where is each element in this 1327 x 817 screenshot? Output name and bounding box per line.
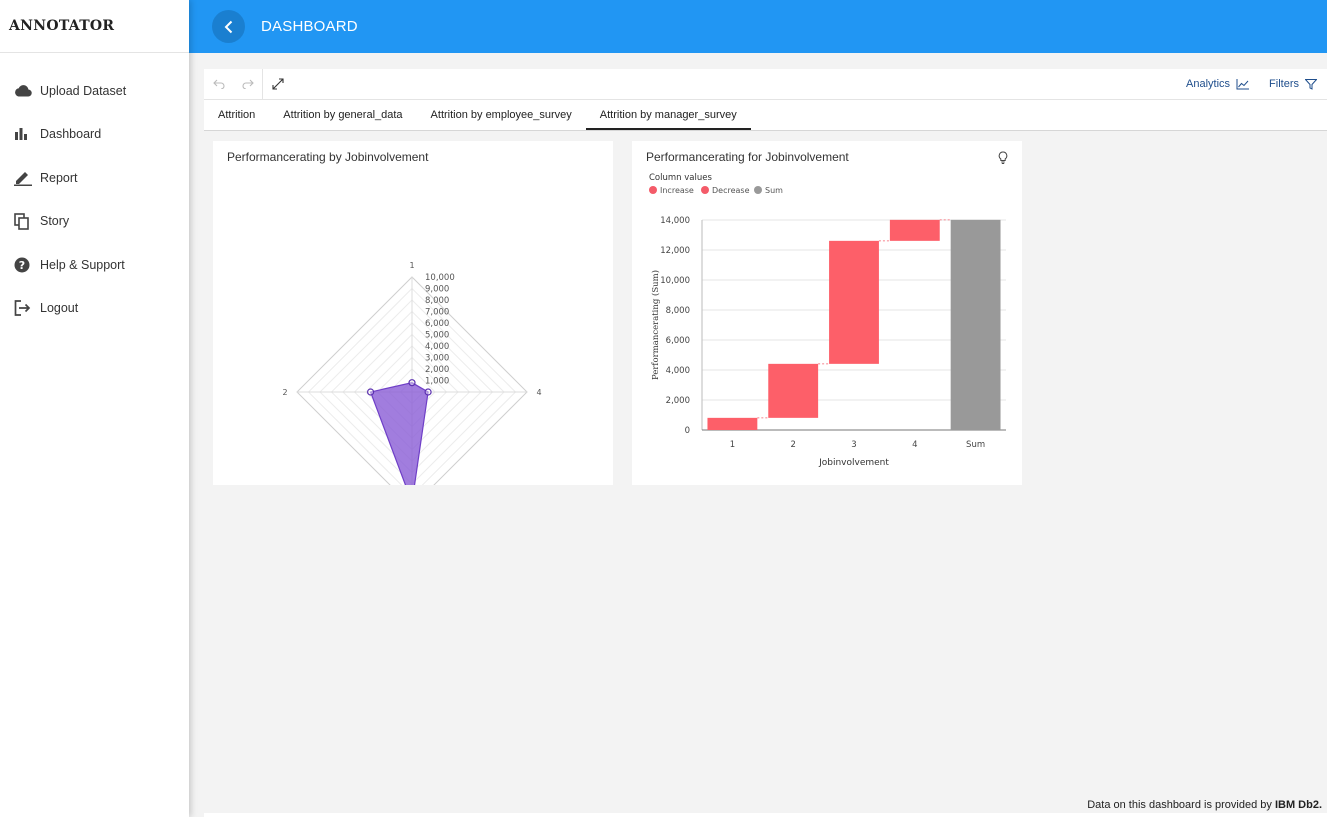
sidebar-item-upload-dataset[interactable]: Upload Dataset: [0, 69, 189, 113]
analytics-icon: [1236, 78, 1250, 89]
sidebar: ANNOTATOR Upload Dataset Dashboard Repor…: [0, 0, 189, 817]
radar-tick-label: 10,000: [425, 273, 455, 283]
page-title: DASHBOARD: [261, 18, 358, 35]
sidebar-item-dashboard[interactable]: Dashboard: [0, 113, 189, 157]
radar-data-point: [367, 388, 375, 396]
radar-category-label: 2: [282, 388, 287, 397]
redo-icon: [242, 79, 254, 89]
waterfall-y-tick-label: 10,000: [660, 276, 690, 286]
app-brand: ANNOTATOR: [0, 0, 189, 53]
sidebar-item-label: Report: [40, 170, 78, 185]
analytics-label: Analytics: [1186, 78, 1231, 90]
waterfall-x-axis-label: Jobinvolvement: [818, 458, 889, 468]
radar-tick-label: 9,000: [425, 285, 449, 295]
waterfall-y-tick-label: 0: [685, 426, 690, 436]
waterfall-x-tick-label: 2: [790, 440, 795, 450]
tab-attrition-by-general-data[interactable]: Attrition by general_data: [269, 99, 416, 130]
copy-icon: [14, 212, 40, 230]
radar-chart: 14321,0002,0003,0004,0005,0006,0007,0008…: [282, 261, 542, 485]
waterfall-legend-swatch: [649, 186, 657, 194]
expand-icon: [271, 78, 284, 90]
fullscreen-button[interactable]: [263, 69, 292, 99]
sidebar-item-story[interactable]: Story: [0, 200, 189, 244]
radar-data-point: [408, 379, 416, 387]
radar-tick-label: 7,000: [425, 308, 449, 318]
waterfall-y-tick-label: 6,000: [666, 336, 690, 346]
radar-tick-label: 2,000: [425, 365, 449, 375]
radar-tick-label: 6,000: [425, 319, 449, 329]
waterfall-bar: [707, 417, 758, 430]
analytics-button[interactable]: Analytics: [1186, 78, 1250, 90]
radar-chart-panel: Performancerating by Jobinvolvement 1432…: [213, 141, 613, 485]
radar-tick-label: 1,000: [425, 377, 449, 387]
radar-tick-label: 8,000: [425, 296, 449, 306]
waterfall-legend-swatch: [701, 186, 709, 194]
waterfall-y-tick-label: 14,000: [660, 216, 690, 226]
radar-series-area: [369, 382, 429, 485]
undo-button[interactable]: [204, 69, 233, 99]
waterfall-chart: Column values Increase Decrease Sum 0 2,000 4,…: [649, 173, 1006, 468]
top-header: DASHBOARD: [189, 0, 1327, 53]
radar-tick-label: 5,000: [425, 331, 449, 341]
radar-tick-label: 4,000: [425, 342, 449, 352]
tab-attrition-by-manager-survey[interactable]: Attrition by manager_survey: [585, 99, 751, 130]
waterfall-y-tick-label: 4,000: [666, 366, 690, 376]
radar-tick-label: 3,000: [425, 354, 449, 364]
dashboard-tabs: Attrition Attrition by general_data Attr…: [204, 100, 1327, 131]
waterfall-bar: [829, 240, 879, 364]
sidebar-item-label: Story: [40, 214, 70, 229]
undo-icon: [212, 79, 224, 89]
data-provider-note: Data on this dashboard is provided by IB…: [1087, 799, 1322, 811]
dashboard-toolbar: Analytics Filters: [204, 69, 1327, 100]
waterfall-y-axis-label: Performancerating (Sum): [650, 270, 661, 380]
filter-icon: [1305, 78, 1317, 90]
waterfall-x-tick-label: Sum: [966, 440, 985, 450]
filters-button[interactable]: Filters: [1269, 78, 1317, 90]
radar-category-label: 4: [536, 388, 541, 397]
sidebar-item-label: Dashboard: [40, 127, 102, 142]
tab-attrition[interactable]: Attrition: [204, 99, 269, 130]
logout-icon: [14, 299, 40, 317]
waterfall-legend-label: Increase: [660, 186, 694, 195]
data-provider-prefix: Data on this dashboard is provided by: [1087, 799, 1275, 811]
sidebar-item-label: Help & Support: [40, 257, 125, 272]
bottom-strip: [204, 813, 1327, 817]
waterfall-legend-swatch: [754, 186, 762, 194]
data-provider-name: IBM Db2.: [1274, 799, 1322, 811]
svg-text:?: ?: [19, 259, 25, 272]
sidebar-item-help-support[interactable]: ? Help & Support: [0, 243, 189, 287]
sidebar-item-label: Upload Dataset: [40, 83, 127, 98]
tab-attrition-by-employee-survey[interactable]: Attrition by employee_survey: [417, 99, 586, 130]
dashboard-main: Analytics Filters Attrition Attrition by…: [204, 69, 1327, 817]
waterfall-bar: [950, 219, 1001, 430]
redo-button[interactable]: [233, 69, 262, 99]
waterfall-x-tick-label: 3: [851, 440, 856, 450]
waterfall-bar: [889, 219, 940, 241]
waterfall-legend-title: Column values: [649, 173, 712, 183]
sidebar-item-logout[interactable]: Logout: [0, 287, 189, 331]
waterfall-y-tick-label: 8,000: [666, 306, 690, 316]
waterfall-x-tick-label: 4: [912, 440, 917, 450]
help-icon: ?: [14, 256, 40, 274]
toolbar-actions: Analytics Filters: [1186, 69, 1327, 99]
sidebar-item-report[interactable]: Report: [0, 156, 189, 200]
waterfall-legend-label: Sum: [765, 186, 783, 195]
waterfall-y-tick-label: 12,000: [660, 246, 690, 256]
cloud-icon: [14, 82, 40, 100]
radar-data-point: [424, 388, 432, 396]
sidebar-nav: Upload Dataset Dashboard Report Story ? …: [0, 53, 189, 330]
waterfall-legend-label: Decrease: [712, 186, 750, 195]
waterfall-bar: [768, 363, 819, 418]
bar-chart-icon: [14, 125, 40, 143]
filters-label: Filters: [1269, 78, 1299, 90]
waterfall-chart-panel: Performancerating for Jobinvolvement Col…: [632, 141, 1022, 485]
chevron-left-icon: [224, 20, 232, 33]
back-button[interactable]: [212, 10, 245, 43]
pencil-icon: [14, 169, 40, 187]
waterfall-x-tick-label: 1: [730, 440, 735, 450]
waterfall-y-tick-label: 2,000: [666, 396, 690, 406]
radar-category-label: 1: [409, 261, 414, 270]
sidebar-item-label: Logout: [40, 301, 79, 316]
